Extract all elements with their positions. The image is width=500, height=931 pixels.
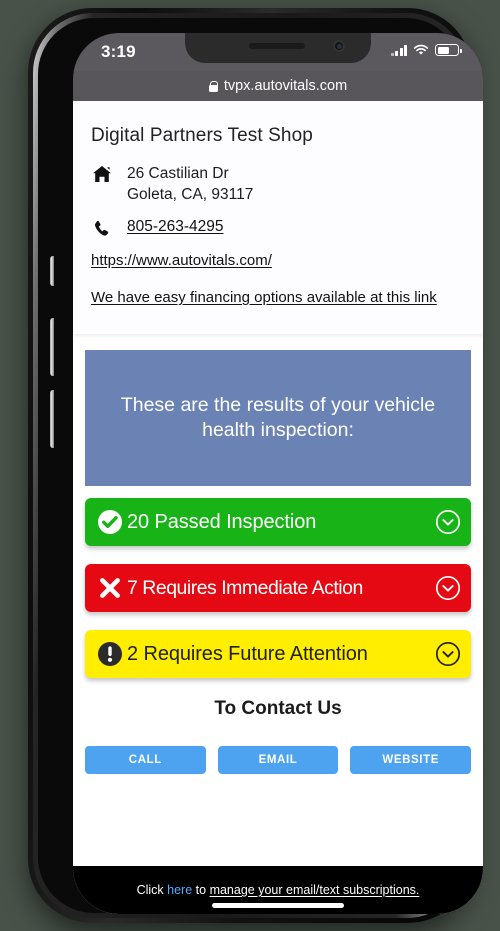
website-link[interactable]: https://www.autovitals.com/ [91,250,465,271]
footer-text: Click here to manage your email/text sub… [137,883,420,897]
volume-down-button[interactable] [50,390,54,448]
wifi-icon [413,44,429,55]
footer-bar: Click here to manage your email/text sub… [73,866,483,914]
mute-switch-button[interactable] [50,256,54,286]
shop-info-card: Digital Partners Test Shop 26 Castilian … [73,101,483,335]
address-line-2: Goleta, CA, 93117 [127,186,254,204]
notch [185,33,371,63]
footer-here-link[interactable]: here [167,883,192,897]
status-bar-time: 3:19 [101,42,136,61]
page-title: Digital Partners Test Shop [91,125,313,146]
address-row: 26 Castilian Dr Goleta, CA, 93117 [91,163,465,206]
email-button[interactable]: EMAIL [217,746,339,775]
lock-icon [208,80,219,92]
website-button[interactable]: WEBSITE [350,746,472,775]
exclamation-circle-icon [96,640,124,668]
status-bar: 3:19 [73,33,483,71]
inspection-results-list: 20 Passed Inspection 7 Requires Immediat… [85,498,471,679]
contact-heading: To Contact Us [214,698,342,720]
call-button[interactable]: CALL [85,746,206,775]
times-circle-icon [96,574,124,602]
footer-middle: to [192,883,210,897]
result-bar-immediate[interactable]: 7 Requires Immediate Action [85,564,471,613]
result-bar-passed[interactable]: 20 Passed Inspection [85,498,471,547]
earpiece-speaker [248,43,305,49]
url-text: tvpx.autovitals.com [223,78,348,94]
address-line-1: 26 Castilian Dr [127,165,229,182]
results-banner-text: These are the results of your vehicle he… [120,393,436,442]
page-content: Digital Partners Test Shop 26 Castilian … [73,101,483,914]
phone-link[interactable]: 805-263-4295 [127,218,224,236]
result-bar-future[interactable]: 2 Requires Future Attention [85,630,471,679]
home-icon [91,163,113,183]
cellular-signal-icon [390,44,407,56]
result-label-passed: 20 Passed Inspection [127,510,317,533]
home-indicator[interactable] [212,903,344,908]
browser-url-bar[interactable]: tvpx.autovitals.com [73,71,483,101]
contact-buttons: CALL EMAIL WEBSITE [85,746,472,775]
phone-frame: 3:19 tvpx.autovitals.com Digital Partner… [28,8,483,923]
chevron-down-circle-icon[interactable] [435,641,461,667]
chevron-down-circle-icon[interactable] [435,509,461,535]
result-label-immediate: 7 Requires Immediate Action [127,576,363,599]
financing-link[interactable]: We have easy financing options available… [91,287,465,308]
status-bar-icons [390,44,462,56]
phone-screen: 3:19 tvpx.autovitals.com Digital Partner… [73,33,483,914]
results-banner: These are the results of your vehicle he… [85,350,471,487]
front-camera [333,40,345,52]
address-text: 26 Castilian Dr Goleta, CA, 93117 [127,163,253,206]
battery-icon [435,44,462,56]
result-label-future: 2 Requires Future Attention [127,642,368,665]
chevron-down-circle-icon[interactable] [435,575,461,601]
volume-up-button[interactable] [50,318,54,376]
footer-prefix: Click [136,883,168,897]
phone-icon [91,218,113,238]
check-circle-icon [96,508,124,536]
phone-row[interactable]: 805-263-4295 [91,218,465,238]
footer-subscriptions-link[interactable]: manage your email/text subscriptions. [210,883,420,897]
